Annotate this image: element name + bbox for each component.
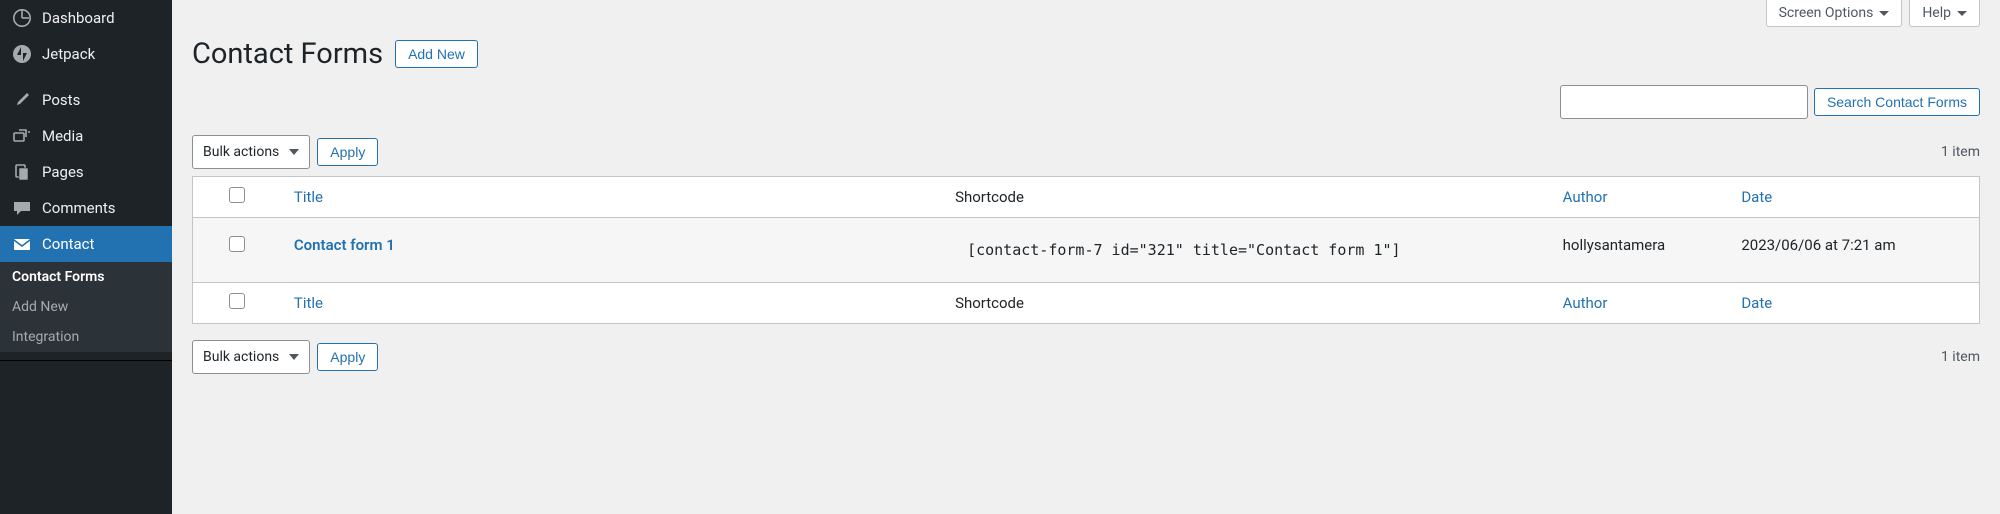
page-header: Contact Forms Add New [192,37,1980,71]
search-row: Search Contact Forms [192,85,1980,119]
bulk-actions-select[interactable]: Bulk actions [192,135,310,169]
sidebar-item-label: Dashboard [42,9,115,27]
sidebar-item-jetpack[interactable]: Jetpack [0,36,172,72]
search-button[interactable]: Search Contact Forms [1814,88,1980,116]
tablenav-bottom: Bulk actions Apply 1 item [192,340,1980,374]
apply-button[interactable]: Apply [317,138,378,166]
bulk-actions-select-bottom[interactable]: Bulk actions [192,340,310,374]
contact-forms-table: Title Shortcode Author Date Contact form… [192,176,1980,324]
shortcode-text[interactable]: [contact-form-7 id="321" title="Contact … [955,236,1412,264]
submenu-integration[interactable]: Integration [0,322,172,352]
help-button[interactable]: Help [1909,0,1980,27]
select-all-checkbox-footer[interactable] [229,293,245,309]
dashboard-icon [12,8,32,28]
item-count: 1 item [1941,144,1980,160]
column-header-shortcode: Shortcode [943,177,1551,218]
sidebar-item-label: Contact [42,235,94,253]
comments-icon [12,198,32,218]
column-footer-title[interactable]: Title [282,283,943,324]
contact-icon [12,234,32,254]
add-new-button[interactable]: Add New [395,40,478,68]
column-header-date[interactable]: Date [1729,177,1979,218]
column-footer-author[interactable]: Author [1551,283,1730,324]
bulk-actions-bottom: Bulk actions Apply [192,340,378,374]
column-footer-shortcode: Shortcode [943,283,1551,324]
caret-down-icon [1879,11,1889,16]
sidebar-item-label: Comments [42,199,116,217]
sidebar-item-contact[interactable]: Contact [0,226,172,262]
top-tabs: Screen Options Help [192,0,1980,27]
sidebar-item-comments[interactable]: Comments [0,190,172,226]
sidebar-submenu: Contact Forms Add New Integration [0,262,172,352]
main-content: Screen Options Help Contact Forms Add Ne… [172,0,2000,514]
sidebar-item-media[interactable]: Media [0,118,172,154]
sidebar-item-label: Pages [42,163,84,181]
table-row: Contact form 1 [contact-form-7 id="321" … [193,218,1980,283]
select-all-checkbox[interactable] [229,187,245,203]
sidebar-item-dashboard[interactable]: Dashboard [0,0,172,36]
item-count-bottom: 1 item [1941,349,1980,365]
sidebar-item-label: Jetpack [42,45,95,63]
posts-icon [12,90,32,110]
sidebar-item-pages[interactable]: Pages [0,154,172,190]
search-input[interactable] [1560,85,1808,119]
row-date: 2023/06/06 at 7:21 am [1729,218,1979,283]
row-checkbox[interactable] [229,236,245,252]
page-title: Contact Forms [192,37,383,71]
column-footer-date[interactable]: Date [1729,283,1979,324]
screen-options-button[interactable]: Screen Options [1766,0,1903,27]
sidebar-item-posts[interactable]: Posts [0,82,172,118]
caret-down-icon [1957,11,1967,16]
submenu-contact-forms[interactable]: Contact Forms [0,262,172,292]
sidebar-item-label: Posts [42,91,80,109]
submenu-add-new[interactable]: Add New [0,292,172,322]
row-title-link[interactable]: Contact form 1 [294,236,395,254]
sidebar-item-label: Media [42,127,83,145]
tablenav-top: Bulk actions Apply 1 item [192,135,1980,169]
pages-icon [12,162,32,182]
apply-button-bottom[interactable]: Apply [317,343,378,371]
bulk-actions-top: Bulk actions Apply [192,135,378,169]
admin-sidebar: Dashboard Jetpack Posts Media Pages Comm… [0,0,172,514]
media-icon [12,126,32,146]
column-header-author[interactable]: Author [1551,177,1730,218]
column-header-title[interactable]: Title [282,177,943,218]
row-author: hollysantamera [1551,218,1730,283]
jetpack-icon [12,44,32,64]
